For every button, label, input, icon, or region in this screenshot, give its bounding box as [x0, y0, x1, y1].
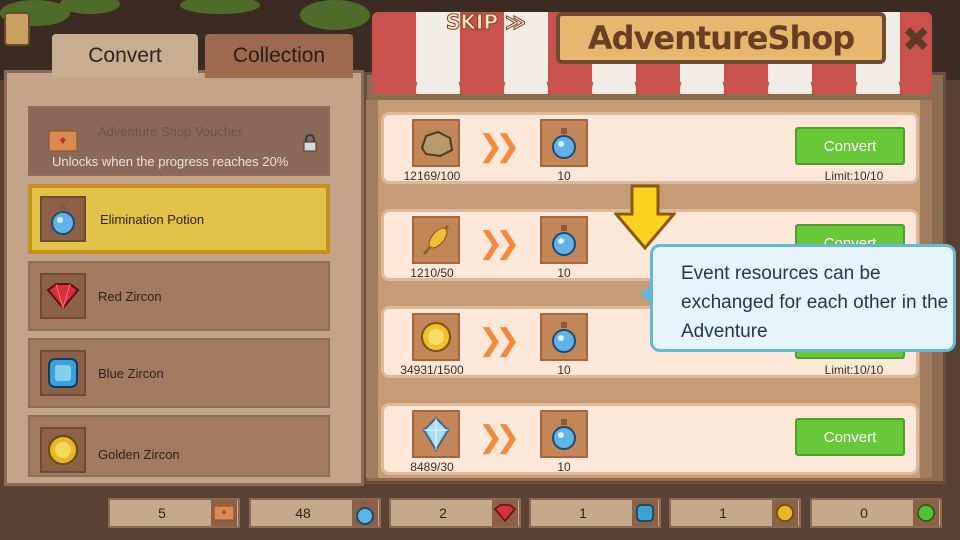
output-count: 10 — [557, 266, 571, 280]
item-label: Red Zircon — [98, 288, 162, 304]
shop-title-sign: AdventureShop — [556, 12, 886, 64]
limit-label: Limit:10/10 — [824, 169, 884, 183]
resource-count: 12169/100 — [403, 169, 461, 183]
tutorial-arrow-icon — [614, 184, 676, 250]
list-item-adventure-shop-voucher[interactable]: Adventure Shop Voucher Unlocks when the … — [28, 106, 330, 176]
conversion-row: 12169/100 ❯❯ 10 Convert Limit:10/10 — [381, 112, 919, 184]
tooltip-text: Event resources can be exchanged for eac… — [681, 263, 949, 342]
lantern-icon — [4, 12, 30, 46]
item-label: Golden Zircon — [98, 446, 180, 462]
output-count: 10 — [557, 169, 571, 183]
wheat-icon — [412, 216, 460, 264]
conversion-row: 8489/30 ❯❯ 10 Convert — [381, 403, 919, 475]
page-title: AdventureShop — [587, 19, 855, 57]
convert-button[interactable]: Convert — [795, 418, 905, 456]
lock-icon — [302, 134, 318, 152]
resource-counter-red-zircon: 2 — [389, 498, 521, 528]
arrow-icon: ❯❯ — [478, 129, 520, 164]
output-count: 10 — [557, 460, 571, 474]
close-icon[interactable]: ✖ — [902, 20, 931, 60]
item-label: Blue Zircon — [98, 365, 164, 381]
resource-counter-golden-zircon: 1 — [669, 498, 801, 528]
blue-zircon-icon — [40, 350, 86, 396]
resource-value: 1 — [579, 505, 587, 521]
tab-convert[interactable]: Convert — [52, 34, 198, 78]
potion-icon — [352, 500, 378, 526]
golden-zircon-icon — [40, 427, 86, 473]
resource-counter-voucher: 5 — [108, 498, 240, 528]
arrow-icon: ❯❯ — [478, 226, 520, 261]
potion-icon — [40, 196, 86, 242]
resource-value: 1 — [719, 505, 727, 521]
limit-label: Limit:10/10 — [824, 363, 884, 377]
resource-value: 48 — [295, 505, 311, 521]
crystal-icon — [412, 410, 460, 458]
resource-count: 1210/50 — [410, 266, 454, 280]
resource-count: 8489/30 — [410, 460, 454, 474]
red-zircon-icon — [492, 500, 518, 526]
golden-zircon-icon — [772, 500, 798, 526]
arrow-icon: ❯❯ — [478, 323, 520, 358]
resource-value: 2 — [439, 505, 447, 521]
coin-icon — [412, 313, 460, 361]
output-count: 10 — [557, 363, 571, 377]
potion-icon — [540, 410, 588, 458]
resource-value: 5 — [158, 505, 166, 521]
unlock-hint: Unlocks when the progress reaches 20% — [52, 154, 289, 169]
arrow-icon: ❯❯ — [478, 420, 520, 455]
tab-collection[interactable]: Collection — [205, 34, 353, 78]
resource-counter-green-orb: 0 — [810, 498, 942, 528]
red-zircon-icon — [40, 273, 86, 319]
list-item-golden-zircon[interactable]: Golden Zircon — [28, 415, 330, 477]
tutorial-tooltip[interactable]: Event resources can be exchanged for eac… — [650, 244, 956, 352]
list-item-red-zircon[interactable]: Red Zircon — [28, 261, 330, 331]
rock-icon — [412, 119, 460, 167]
potion-icon — [540, 216, 588, 264]
voucher-icon — [211, 500, 237, 526]
item-label: Elimination Potion — [100, 211, 205, 227]
list-item-elimination-potion[interactable]: Elimination Potion — [28, 184, 330, 254]
resource-value: 0 — [860, 505, 868, 521]
resource-counter-potion: 48 — [249, 498, 381, 528]
resource-counter-blue-zircon: 1 — [529, 498, 661, 528]
potion-icon — [540, 313, 588, 361]
convert-button[interactable]: Convert — [795, 127, 905, 165]
list-item-blue-zircon[interactable]: Blue Zircon — [28, 338, 330, 408]
blue-zircon-icon — [632, 500, 658, 526]
resource-count: 34931/1500 — [400, 363, 464, 377]
green-orb-icon — [913, 500, 939, 526]
skip-button[interactable]: SKIP ≫ — [446, 10, 527, 35]
potion-icon — [540, 119, 588, 167]
